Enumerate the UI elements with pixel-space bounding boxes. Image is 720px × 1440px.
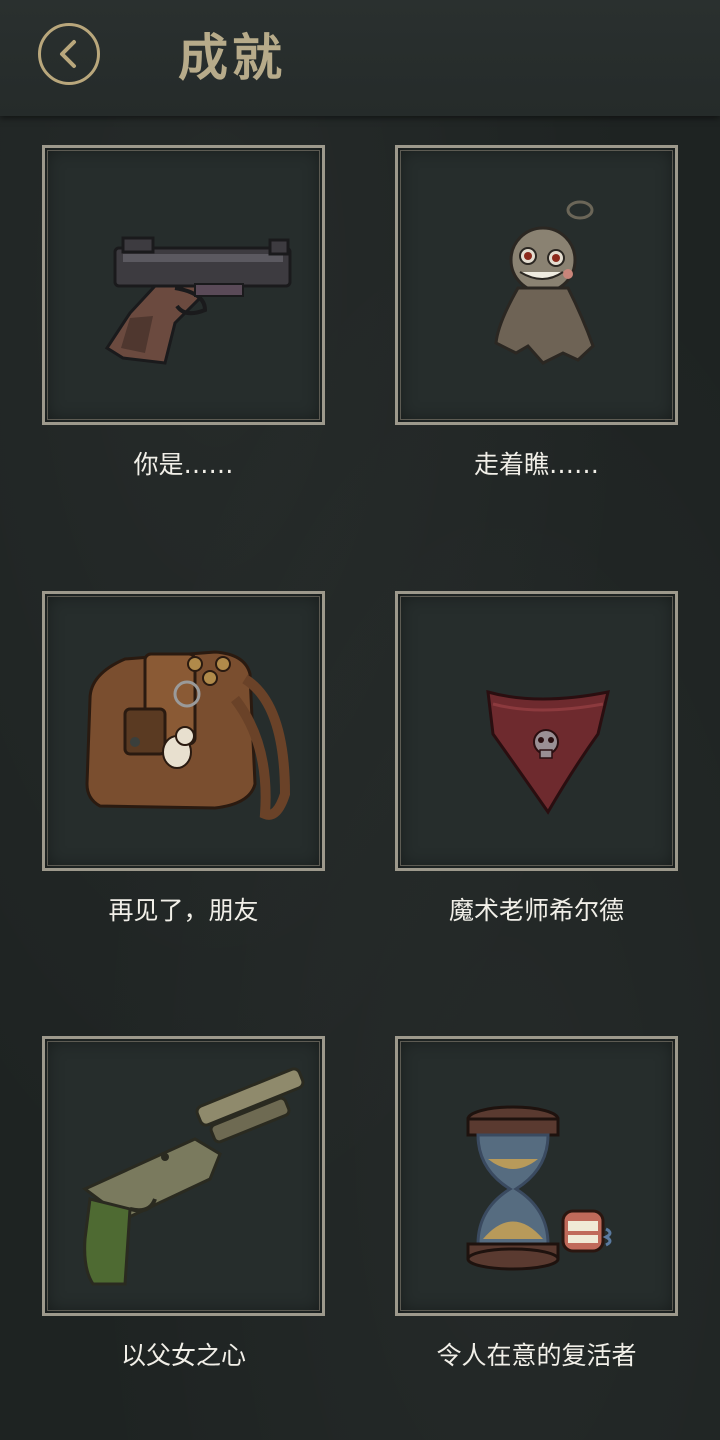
achievement-frame (42, 145, 325, 425)
achievement-frame (42, 1036, 325, 1316)
achievement-frame (395, 591, 678, 871)
achievements-screen: 成就 你是…… 走着瞧…… 再见了，朋友 魔术老师希尔德 以父女之心 令人在意的… (0, 0, 720, 1440)
achievement-label: 你是…… (133, 450, 234, 479)
achievement-card-3[interactable]: 再见了，朋友 (42, 591, 325, 925)
achievement-card-5[interactable]: 以父女之心 (42, 1036, 325, 1370)
hourglass-dentures-icon (466, 1105, 612, 1271)
achievement-label: 再见了，朋友 (108, 896, 259, 925)
shotgun-icon (82, 1067, 305, 1286)
pistol-icon (104, 236, 292, 365)
achievement-frame (42, 591, 325, 871)
achievement-frame (395, 1036, 678, 1316)
achievement-card-2[interactable]: 走着瞧…… (395, 145, 678, 479)
achievement-card-6[interactable]: 令人在意的复活者 (395, 1036, 678, 1370)
achievement-label: 走着瞧…… (473, 450, 599, 479)
skull-bandana-icon (486, 689, 611, 815)
achievement-label: 令人在意的复活者 (436, 1341, 637, 1370)
achievement-card-1[interactable]: 你是…… (42, 145, 325, 479)
achievement-label: 魔术老师希尔德 (448, 896, 624, 925)
leather-bag-icon (85, 650, 291, 820)
teru-teru-doll-icon (494, 200, 595, 365)
achievement-label: 以父女之心 (120, 1341, 246, 1370)
achievement-frame (395, 145, 678, 425)
achievement-card-4[interactable]: 魔术老师希尔德 (395, 591, 678, 925)
achievement-grid: 你是…… 走着瞧…… 再见了，朋友 魔术老师希尔德 以父女之心 令人在意的复活者 (0, 0, 720, 1440)
